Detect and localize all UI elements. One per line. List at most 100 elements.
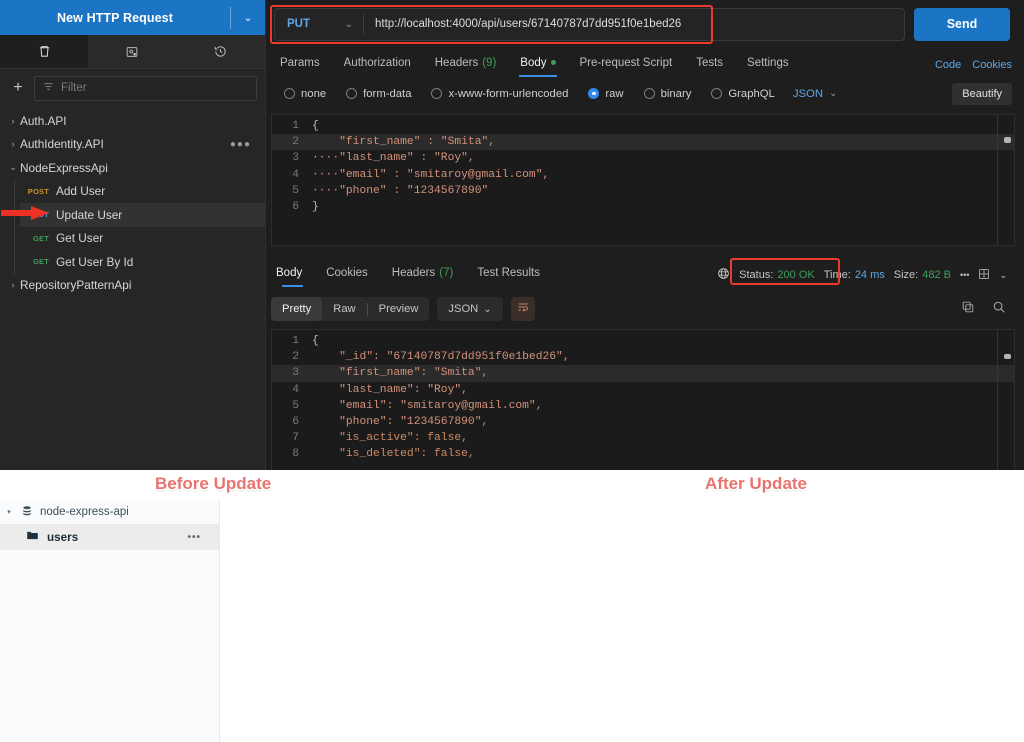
tab-count: (7) <box>439 267 453 279</box>
tab-body[interactable]: Body <box>508 48 567 77</box>
radio-icon <box>644 88 655 99</box>
code-line: 5····"phone" : "1234567890" <box>272 183 1014 199</box>
tree-item-label: NodeExpressApi <box>20 161 108 175</box>
view-mode-raw[interactable]: Raw <box>322 297 366 321</box>
search-input[interactable]: Filter <box>34 76 257 101</box>
word-wrap-button[interactable] <box>511 297 535 321</box>
database-icon <box>21 505 33 520</box>
line-text: "first_name": "Smita", <box>312 367 488 379</box>
code-line: 1{ <box>272 333 1014 349</box>
request-item-get-user[interactable]: GET Get User <box>20 227 265 251</box>
line-text: "first_name" : "Smita", <box>312 136 495 148</box>
view-mode-pretty[interactable]: Pretty <box>271 297 322 321</box>
code-line: 5 "email": "smitaroy@gmail.com", <box>272 398 1014 414</box>
request-item-get-user-by-id[interactable]: GET Get User By Id <box>20 250 265 274</box>
response-tab-cookies[interactable]: Cookies <box>314 258 380 287</box>
body-type-form-data[interactable]: form-data <box>336 88 421 100</box>
body-format-selector[interactable]: JSON ⌄ <box>785 88 838 100</box>
chevron-right-icon[interactable]: › <box>6 280 20 290</box>
line-text: "is_deleted": false, <box>312 448 475 460</box>
radio-icon <box>346 88 357 99</box>
chevron-down-icon[interactable]: ⌄ <box>6 162 20 173</box>
url-input[interactable]: http://localhost:4000/api/users/67140787… <box>364 18 681 30</box>
line-text: { <box>312 335 319 347</box>
request-item-update-user[interactable]: PUT Update User <box>20 203 265 227</box>
radio-icon <box>711 88 722 99</box>
response-body-editor[interactable]: 1{ 2 "_id": "67140787d7dd951f0e1bed26", … <box>271 329 1015 470</box>
chevron-down-icon[interactable]: ⌄ <box>231 11 265 24</box>
more-options-icon[interactable]: ••• <box>960 270 969 280</box>
response-view-mode-group: Pretty Raw Preview <box>271 297 429 321</box>
tree-item-auth-api[interactable]: › Auth.API <box>0 109 265 133</box>
tab-authorization[interactable]: Authorization <box>332 48 423 77</box>
body-type-urlencoded[interactable]: x-www-form-urlencoded <box>421 88 578 100</box>
tab-pre-request-script[interactable]: Pre-request Script <box>568 48 685 77</box>
method-badge: POST <box>26 187 56 196</box>
collections-tab[interactable] <box>0 35 88 68</box>
tree-item-authidentity-api[interactable]: › AuthIdentity.API ●●● <box>0 133 265 157</box>
response-tab-headers[interactable]: Headers(7) <box>380 258 466 287</box>
filter-row: + Filter <box>0 69 265 107</box>
db-item-users-collection[interactable]: users ••• <box>0 524 219 550</box>
response-tab-strip: Body Cookies Headers(7) Test Results Sta… <box>271 259 1015 287</box>
tab-label: Cookies <box>326 267 368 279</box>
request-item-add-user[interactable]: POST Add User <box>20 180 265 204</box>
request-body-editor[interactable]: 1{ 2 "first_name" : "Smita", 3····"last_… <box>271 114 1015 246</box>
more-options-icon[interactable]: ••• <box>187 532 201 543</box>
before-update-annotation: Before Update <box>155 474 271 494</box>
method-selector[interactable]: PUT ⌄ <box>275 18 363 30</box>
tab-settings[interactable]: Settings <box>735 48 801 77</box>
history-tab[interactable] <box>177 35 265 68</box>
chevron-right-icon[interactable]: › <box>6 139 20 149</box>
code-link[interactable]: Code <box>935 59 961 71</box>
code-line: 2 "first_name" : "Smita", <box>272 134 1014 150</box>
triangle-down-icon[interactable]: ▾ <box>4 508 14 516</box>
line-text: ····"last_name" : "Roy", <box>312 152 475 164</box>
body-type-graphql[interactable]: GraphQL <box>701 88 784 100</box>
line-text: ····"phone" : "1234567890" <box>312 185 488 197</box>
tab-headers[interactable]: Headers(9) <box>423 48 509 77</box>
new-request-title-bar[interactable]: New HTTP Request ⌄ <box>0 0 265 35</box>
time-value: 24 ms <box>855 269 885 281</box>
tab-params[interactable]: Params <box>275 48 332 77</box>
globe-icon <box>717 267 730 283</box>
body-type-label: raw <box>605 88 623 100</box>
response-tab-body[interactable]: Body <box>271 258 314 287</box>
environments-tab[interactable] <box>88 35 176 68</box>
view-mode-preview[interactable]: Preview <box>368 297 430 321</box>
trash-icon <box>37 44 52 59</box>
request-editor-gutter <box>272 115 312 245</box>
add-request-button[interactable]: + <box>8 80 28 96</box>
editor-scrollbar[interactable] <box>1004 137 1011 143</box>
editor-scrollbar[interactable] <box>1004 354 1011 359</box>
cookies-link[interactable]: Cookies <box>972 59 1012 71</box>
filter-placeholder: Filter <box>61 82 87 94</box>
filter-icon <box>43 79 54 97</box>
tree-item-nodeexpressapi[interactable]: ⌄ NodeExpressApi <box>0 156 265 180</box>
tree-item-repositorypatternapi[interactable]: › RepositoryPatternApi <box>0 274 265 298</box>
database-viewer: ▾ node-express-api users ••• <box>0 470 1024 742</box>
search-icon[interactable] <box>992 300 1006 319</box>
layout-icon[interactable] <box>978 268 990 283</box>
body-type-raw[interactable]: raw <box>578 88 633 100</box>
modified-dot-icon <box>551 60 556 65</box>
tree-item-label: RepositoryPatternApi <box>20 278 131 292</box>
folder-icon <box>26 529 39 545</box>
beautify-button[interactable]: Beautify <box>952 83 1012 105</box>
body-type-binary[interactable]: binary <box>634 88 702 100</box>
response-tab-test-results[interactable]: Test Results <box>465 258 552 287</box>
body-type-none[interactable]: none <box>274 88 336 100</box>
db-item-node-express-api[interactable]: ▾ node-express-api <box>0 500 219 524</box>
more-options-icon[interactable]: ●●● <box>230 139 251 150</box>
chevron-down-icon[interactable]: ⌄ <box>999 270 1007 281</box>
send-button[interactable]: Send <box>914 8 1010 41</box>
copy-icon[interactable] <box>961 300 975 319</box>
chevron-right-icon[interactable]: › <box>6 116 20 126</box>
response-format-selector[interactable]: JSON ⌄ <box>437 297 502 321</box>
tab-tests[interactable]: Tests <box>684 48 735 77</box>
http-client-window: New HTTP Request ⌄ <box>0 0 1024 470</box>
method-badge: GET <box>26 234 56 243</box>
url-input-group[interactable]: PUT ⌄ http://localhost:4000/api/users/67… <box>274 8 905 41</box>
tab-label: Body <box>276 267 302 279</box>
response-format-group: JSON ⌄ <box>437 297 502 321</box>
